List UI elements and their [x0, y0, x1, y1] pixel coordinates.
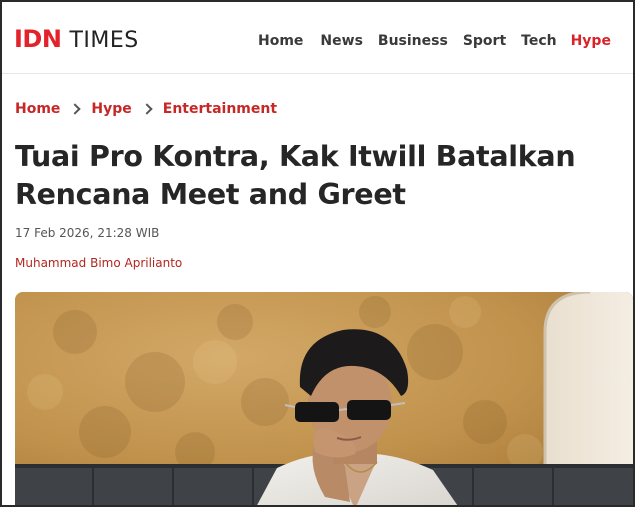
- article-title: Tuai Pro Kontra, Kak Itwill Batalkan Ren…: [15, 140, 576, 211]
- logo-times-text: TIMES: [69, 28, 139, 53]
- nav-item-sport[interactable]: Sport: [463, 31, 506, 51]
- nav-item-hype[interactable]: Hype: [571, 31, 611, 51]
- man-with-sunglasses-photo: [15, 292, 633, 505]
- nav-item-news[interactable]: News: [320, 31, 362, 51]
- nav-item-business[interactable]: Business: [378, 31, 448, 51]
- nav-item-tech[interactable]: Tech: [521, 31, 556, 51]
- article-date: 17 Feb 2026, 21:28 WIB: [15, 226, 160, 240]
- chevron-right-icon: [69, 103, 82, 115]
- browser-viewport: IDN TIMES Home News Business Sport Tech …: [0, 0, 635, 507]
- site-header: IDN TIMES Home News Business Sport Tech …: [2, 2, 633, 74]
- breadcrumb-hype[interactable]: Hype: [91, 99, 131, 119]
- logo-idn-text: IDN: [14, 25, 62, 53]
- breadcrumb-home[interactable]: Home: [15, 99, 60, 119]
- nav-item-home[interactable]: Home: [258, 31, 303, 51]
- chevron-right-icon: [141, 103, 153, 115]
- breadcrumb: Home Hype Entertainment: [15, 99, 277, 119]
- site-logo[interactable]: IDN TIMES: [14, 24, 139, 54]
- hero-image[interactable]: [15, 292, 633, 505]
- article-author[interactable]: Muhammad Bimo Aprilianto: [15, 255, 182, 271]
- breadcrumb-entertainment[interactable]: Entertainment: [163, 99, 277, 119]
- main-nav: Home News Business Sport Tech Hype: [258, 31, 611, 51]
